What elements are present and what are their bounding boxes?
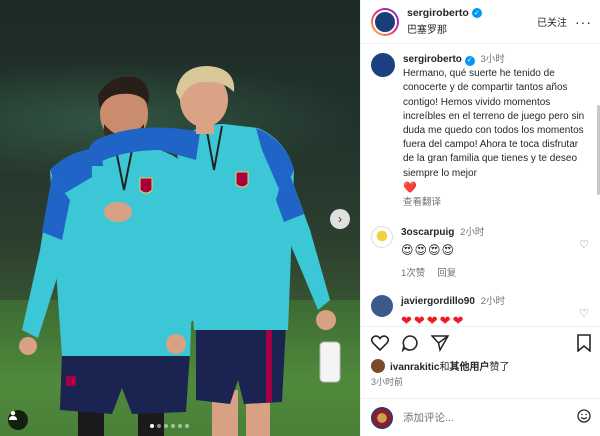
comment-bubble-icon[interactable] [401, 334, 419, 352]
comment-like-heart-icon[interactable]: ♡ [579, 307, 589, 320]
following-button[interactable]: 已关注 [537, 14, 567, 29]
caption-avatar[interactable] [371, 53, 395, 77]
comment-likes-count[interactable]: 1次赞 [401, 265, 425, 279]
comment-like-heart-icon[interactable]: ♡ [579, 238, 589, 251]
instagram-post-view: › sergiroberto ✓ 巴塞罗那 已关注 ··· sergirober… [0, 0, 600, 436]
carousel-dot [164, 424, 168, 428]
more-options-icon[interactable]: ··· [575, 14, 592, 30]
save-bookmark-icon[interactable] [577, 333, 591, 352]
carousel-dot [171, 424, 175, 428]
carousel-dot [150, 424, 154, 428]
comment-avatar[interactable] [371, 295, 393, 318]
caption: sergiroberto ✓ 3小时 Hermano, qué suerte h… [371, 53, 591, 210]
verified-badge-icon: ✓ [471, 8, 482, 18]
post-photo[interactable]: › [0, 0, 360, 436]
verified-badge-icon: ✓ [464, 56, 475, 67]
person-icon [9, 411, 17, 420]
header-names: sergiroberto ✓ 巴塞罗那 [407, 7, 537, 36]
reply-button[interactable]: 回复 [437, 265, 456, 279]
next-photo-button[interactable]: › [330, 209, 350, 229]
post-timestamp[interactable]: 3小时前 [371, 375, 403, 388]
comment-username[interactable]: 3oscarpuig [401, 227, 454, 238]
comment-item: 3oscarpuig 2小时 😍😍😍😍 1次赞 回复 ♡ [371, 226, 591, 279]
carousel-dot [157, 424, 161, 428]
carousel-dot [178, 424, 182, 428]
emoji-smile-icon[interactable] [577, 409, 591, 426]
carousel-dot [185, 424, 189, 428]
tagged-users-button[interactable] [8, 410, 28, 430]
comment-time: 2小时 [460, 227, 485, 239]
caption-username[interactable]: sergiroberto [403, 54, 462, 65]
liker-avatar[interactable] [371, 358, 385, 373]
caption-time: 3小时 [480, 54, 505, 65]
caption-text: Hermano, qué suerte he tenido de conocer… [403, 68, 585, 179]
post-header: sergiroberto ✓ 巴塞罗那 已关注 ··· [361, 0, 600, 44]
comment-body: 3oscarpuig 2小时 😍😍😍😍 1次赞 回复 [401, 226, 591, 279]
comment-item: javiergordillo90 2小时 ❤❤❤❤❤ ♡ [371, 295, 591, 325]
liked-by-row: ivanrakitic和其他用户赞了 [371, 358, 509, 373]
current-user-avatar [371, 406, 393, 429]
comment-avatar[interactable] [371, 226, 393, 249]
comment-body: javiergordillo90 2小时 ❤❤❤❤❤ [401, 295, 591, 325]
post-side-panel: sergiroberto ✓ 巴塞罗那 已关注 ··· sergiroberto… [360, 0, 600, 436]
liked-by-suffix: 赞了 [489, 362, 510, 373]
avatar[interactable] [373, 9, 397, 34]
action-bar [361, 326, 600, 358]
players-illustration [19, 66, 341, 436]
location-link[interactable]: 巴塞罗那 [407, 21, 537, 36]
see-translation-link[interactable]: 查看翻译 [403, 196, 591, 210]
comments-list[interactable]: sergiroberto ✓ 3小时 Hermano, qué suerte h… [361, 45, 600, 325]
comment-meta: 1次赞 回复 [401, 265, 591, 279]
share-paper-plane-icon[interactable] [431, 334, 449, 352]
others-link[interactable]: 其他用户 [449, 362, 489, 373]
comment-text: ❤❤❤❤❤ [401, 312, 466, 325]
liked-by-and: 和 [439, 362, 450, 373]
comment-username[interactable]: javiergordillo90 [401, 296, 475, 307]
caption-emoji: ❤️ [403, 181, 417, 194]
comment-text: 😍😍😍😍 [401, 243, 456, 258]
add-comment-input[interactable]: 添加评论... [403, 410, 577, 425]
comment-time: 2小时 [480, 296, 505, 308]
caption-body: sergiroberto ✓ 3小时 Hermano, qué suerte h… [403, 53, 591, 210]
story-ring[interactable] [371, 7, 399, 36]
add-comment-bar: 添加评论... [361, 398, 600, 436]
liker-username[interactable]: ivanrakitic [390, 362, 439, 373]
header-username-row: sergiroberto ✓ [407, 7, 537, 19]
header-username[interactable]: sergiroberto [407, 7, 469, 19]
like-heart-icon[interactable] [371, 334, 389, 351]
carousel-dots [150, 424, 189, 428]
